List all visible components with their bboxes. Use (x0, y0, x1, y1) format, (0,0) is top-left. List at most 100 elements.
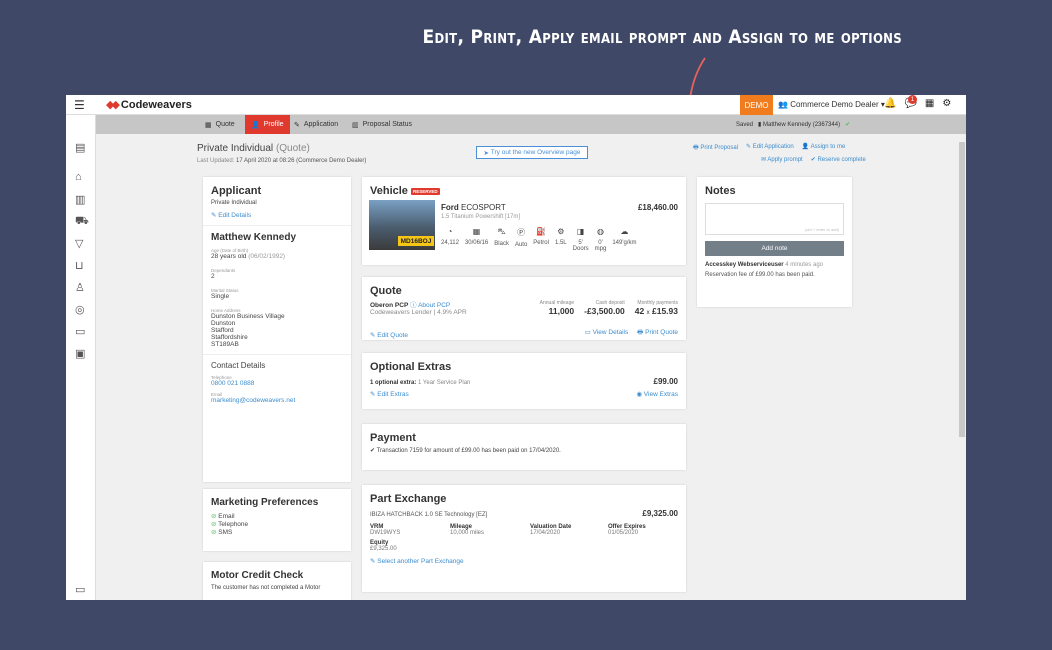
vehicle-model: ECOSPORT (461, 203, 506, 212)
user-icon: 👤 (251, 121, 260, 129)
hamburger-menu-icon[interactable]: ☰ (74, 98, 85, 112)
view-details-link[interactable]: ▭ View Details (585, 329, 629, 336)
assign-to-me-link[interactable]: 👤 Assign to me (802, 143, 846, 153)
select-part-exchange-label: Select another Part Exchange (377, 558, 464, 565)
spec-doors: ◨ 5' Doors (573, 227, 589, 252)
sidebar-chart-icon[interactable]: ▥ (75, 193, 85, 206)
comment-icon: ▭ (584, 329, 591, 336)
vehicle-price: £18,460.00 (637, 203, 678, 212)
age-value: 28 years old (06/02/1992) (211, 253, 343, 260)
spec-sub: mpg (594, 246, 607, 252)
payment-text: ✔ Transaction 7159 for amount of £99.00 … (370, 447, 678, 454)
divider (203, 225, 351, 226)
email-link[interactable]: marketing@codeweavers.net (211, 397, 343, 404)
quote-monthly-count: 42 (634, 306, 645, 316)
sidebar-notepad-icon[interactable]: ▤ (75, 141, 85, 154)
print-icon: 🖶 (637, 329, 644, 336)
edit-extras-link[interactable]: ✎ Edit Extras (370, 390, 409, 398)
print-quote-link[interactable]: 🖶 Print Quote (637, 329, 678, 336)
spec-engine: ⚙ 1.5L (555, 227, 567, 252)
add-note-button[interactable]: Add note (705, 241, 844, 256)
view-extras-link[interactable]: ◉ View Extras (636, 390, 678, 398)
reserve-complete-label: Reserve complete (817, 157, 866, 163)
note-author: Accesskey Webserviceuser (705, 262, 784, 268)
spec-sub: Doors (572, 246, 589, 252)
edit-icon: ✎ (370, 332, 376, 339)
view-extras-label: View Extras (643, 391, 678, 398)
dealer-name: Commerce Demo Dealer (790, 100, 879, 109)
quote-monthly-amount: £15.93 (652, 306, 678, 316)
tab-profile[interactable]: 👤 Profile (245, 115, 290, 134)
last-updated-label: Last Updated: (197, 158, 235, 164)
gear-icon[interactable]: ⚙ (942, 98, 951, 109)
sidebar-people-icon[interactable]: ♙ (75, 281, 85, 294)
mpg-icon: ◍ (597, 227, 604, 236)
print-proposal-link[interactable]: 🖶 Print Proposal (693, 143, 738, 153)
apps-grid-icon[interactable]: ▦ (925, 98, 934, 109)
px-mileage-value: 10,000 miles (450, 530, 485, 536)
dependants-value: 2 (211, 273, 215, 280)
page-title-suffix: (Quote) (275, 143, 310, 154)
apply-prompt-link[interactable]: ✉ Apply prompt (761, 156, 803, 163)
sidebar: ▤ ⌂ ▥ ⛟ ▽ ⊔ ♙ ◎ ▭ ▣ ▭ (66, 115, 96, 600)
sidebar-window-icon[interactable]: ▭ (75, 583, 85, 596)
try-overview-button[interactable]: ➤ Try out the new Overview page (476, 146, 588, 159)
scrollbar[interactable] (958, 134, 966, 600)
tab-quote[interactable]: ▦ Quote (199, 115, 241, 134)
sidebar-car-icon[interactable]: ⛟ (75, 215, 89, 229)
sidebar-cart-icon[interactable]: ⊔ (75, 259, 84, 272)
tab-application-label: Application (303, 121, 339, 128)
brand-logo[interactable]: ◆◆ Codeweavers (106, 98, 192, 112)
optional-extras-summary: 1 optional extra: 1 Year Service Plan £9… (370, 377, 678, 386)
speedometer-icon: ◔ (447, 227, 453, 236)
doors-icon: ◨ (576, 227, 585, 236)
tab-application[interactable]: ✎ Application (288, 115, 344, 134)
edit-application-label: Edit Application (752, 144, 794, 150)
telephone-link[interactable]: 0800 021 0888 (211, 380, 343, 387)
about-pcp-link[interactable]: ⓘ About PCP (410, 302, 450, 309)
marital-value: Single (211, 293, 230, 300)
edit-details-link[interactable]: ✎ Edit Details (211, 211, 343, 219)
dealer-selector[interactable]: 👥 Commerce Demo Dealer ▾ (778, 100, 885, 109)
engine-icon: ⚙ (557, 227, 565, 236)
sidebar-briefcase-icon[interactable]: ▣ (75, 347, 85, 360)
sidebar-gauge-icon[interactable]: ◎ (75, 303, 85, 316)
quote-heading: Quote (370, 285, 402, 297)
motor-credit-heading: Motor Credit Check (211, 570, 304, 581)
spec-value: Auto (514, 242, 528, 248)
sidebar-comment-icon[interactable]: ▭ (75, 325, 85, 338)
reserve-complete-link[interactable]: ✔ Reserve complete (811, 156, 866, 163)
reserved-badge: RESERVED (410, 187, 440, 195)
check-circle-icon: ⊘ (211, 529, 217, 536)
scrollbar-thumb[interactable] (959, 142, 965, 437)
check-circle-icon: ⊘ (211, 521, 217, 528)
demo-badge: DEMO (740, 95, 773, 115)
edit-application-link[interactable]: ✎ Edit Application (746, 143, 794, 153)
vehicle-specs: ◔ 24,112 ▦ 30/06/16 ⛍ Black Ⓟ Auto ⛽ Petrol ⚙… (441, 227, 637, 252)
users-icon: 👥 (778, 100, 788, 109)
app-window: ☰ ◆◆ Codeweavers DEMO 👥 Commerce Demo De… (66, 95, 966, 600)
spec-value: 149'g/km (612, 240, 637, 246)
save-status: Saved ▮ Matthew Kennedy (2367344) ✔ (736, 121, 850, 128)
vehicle-heading-text: Vehicle (370, 185, 408, 197)
user-plus-icon: 👤 (801, 144, 810, 150)
select-part-exchange-link[interactable]: ✎ Select another Part Exchange (370, 557, 678, 565)
calculator-icon: ▦ (205, 121, 212, 129)
notes-card: Notes (ctrl + enter to add) Add note Acc… (697, 177, 852, 307)
print-proposal-label: Print Proposal (700, 145, 739, 151)
vehicle-photo[interactable]: MD16BOJ (369, 200, 435, 250)
spec-value: 1.5L (554, 240, 567, 246)
spec-date: ▦ 30/06/16 (465, 227, 488, 252)
sidebar-filter-icon[interactable]: ▽ (75, 237, 83, 250)
quote-deposit: Cash deposit -£3,500.00 (584, 300, 625, 316)
marketing-item: ⊘ SMS (211, 528, 343, 536)
px-offer: Offer Expires 01/05/2020 (608, 524, 646, 536)
note-input[interactable]: (ctrl + enter to add) (705, 203, 844, 235)
edit-quote-link[interactable]: ✎ Edit Quote (370, 331, 408, 339)
tab-profile-label: Profile (263, 121, 284, 128)
sidebar-home-icon[interactable]: ⌂ (75, 171, 82, 183)
tab-proposal-status[interactable]: ▥ Proposal Status (346, 115, 418, 134)
bell-icon[interactable]: 🔔 (884, 98, 896, 109)
customer-reference: Matthew Kennedy (2367344) (763, 122, 841, 128)
address-line: Stafford (211, 327, 234, 334)
